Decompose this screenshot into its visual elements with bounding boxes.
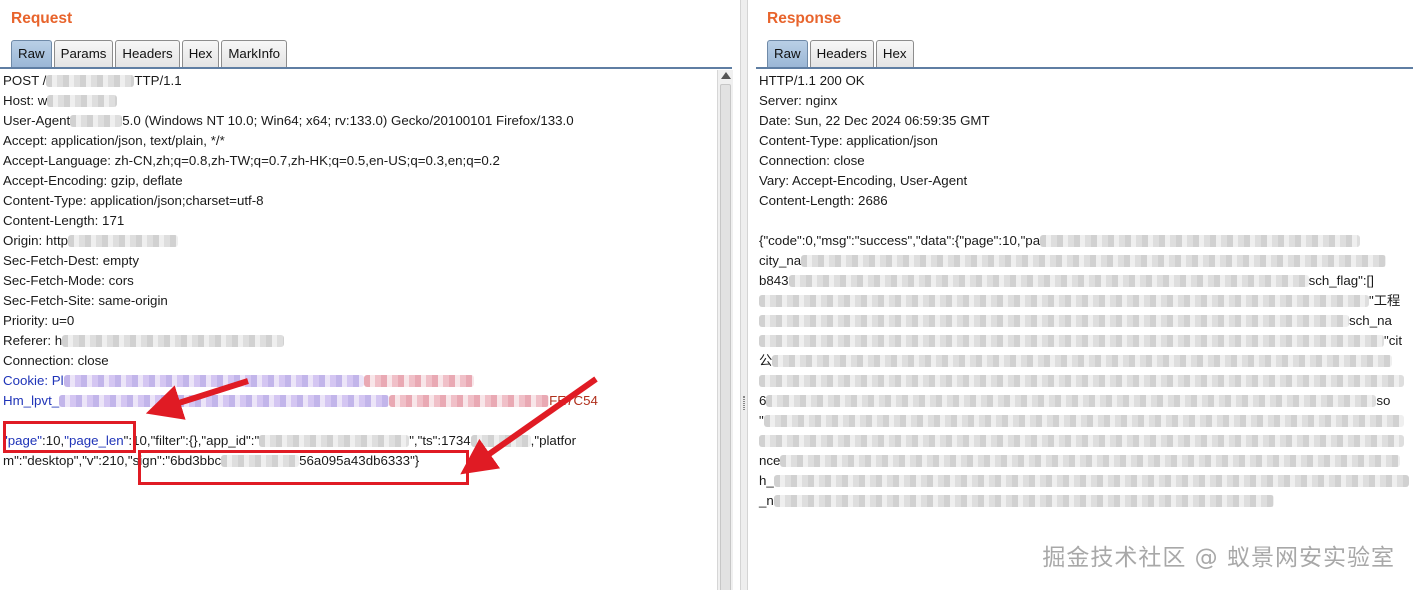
request-cookie-line: Hm_lpvt_ FE7C54 [3,393,598,408]
scroll-up-arrow-icon[interactable] [721,72,731,79]
response-body-line: {"code":0,"msg":"success","data":{"page"… [759,231,1361,251]
request-line: Origin: http [3,231,179,251]
request-line: Accept-Language: zh-CN,zh;q=0.8,zh-TW;q=… [3,153,500,168]
request-tab-divider [0,67,732,69]
response-body-line [759,371,1404,391]
response-pane: Response Raw Headers Hex HTTP/1.1 200 OK… [748,0,1413,590]
response-body-line: 公 [759,351,1393,371]
response-body-line: city_na [759,251,1387,271]
request-line: Priority: u=0 [3,313,75,328]
response-body-line: "cit [759,331,1402,351]
pane-splitter[interactable] [740,0,748,590]
request-line: Sec-Fetch-Mode: cors [3,273,134,288]
request-line: User-Agent 5.0 (Windows NT 10.0; Win64; x… [3,113,574,128]
request-editor[interactable]: POST / TTP/1.1 Host: w User-Agent 5.0 (Win… [0,70,716,590]
request-scrollbar[interactable] [717,70,733,590]
request-pane: Request Raw Params Headers Hex MarkInfo … [0,0,740,590]
response-line: Vary: Accept-Encoding, User-Agent [759,173,968,188]
request-tab-hex[interactable]: Hex [181,40,220,67]
response-line: Connection: close [759,153,865,168]
response-line: Content-Type: application/json [759,133,938,148]
request-line: Accept: application/json, text/plain, */… [3,133,225,148]
request-line: Host: w [3,91,118,111]
request-line: Sec-Fetch-Dest: empty [3,253,139,268]
request-line: Connection: close [3,353,109,368]
response-line: Server: nginx [759,93,838,108]
response-tab-headers[interactable]: Headers [809,40,874,67]
request-tab-markinfo[interactable]: MarkInfo [221,40,288,67]
watermark-text: 掘金技术社区 @ 蚁景网安实验室 [1042,545,1395,571]
response-body-line [759,431,1404,451]
highlight-box-sign [138,450,469,485]
request-line: POST / TTP/1.1 [3,73,182,88]
request-tab-raw[interactable]: Raw [11,40,52,67]
response-line: HTTP/1.1 200 OK [759,73,865,88]
response-tab-raw[interactable]: Raw [767,40,808,67]
response-title: Response [767,10,842,27]
request-tabs: Raw Params Headers Hex MarkInfo [11,40,289,67]
response-body-line: _n [759,491,1274,511]
response-tab-divider [756,67,1413,69]
response-tabs: Raw Headers Hex [767,40,916,67]
response-body-line: b843 sch_flag":[] [759,273,1374,288]
request-tab-headers[interactable]: Headers [115,40,180,67]
scroll-thumb[interactable] [720,84,731,590]
request-title: Request [11,10,73,27]
response-body-line: "工程 [759,291,1400,311]
response-body-line: nce [759,451,1401,471]
highlight-box-page [3,421,136,453]
request-tab-params[interactable]: Params [53,40,114,67]
response-body-line: 6 so [759,393,1391,408]
splitter-grip-icon[interactable] [743,396,745,410]
request-line: Accept-Encoding: gzip, deflate [3,173,183,188]
response-tab-hex[interactable]: Hex [875,40,914,67]
request-line: Referer: h [3,331,285,351]
response-editor[interactable]: HTTP/1.1 200 OK Server: nginx Date: Sun,… [756,70,1413,590]
response-line: Date: Sun, 22 Dec 2024 06:59:35 GMT [759,113,990,128]
response-body-line: sch_na [759,311,1392,331]
request-cookie-line: Cookie: Pl [3,371,474,391]
response-line: Content-Length: 2686 [759,193,888,208]
response-body-line: " [759,411,1404,431]
response-body-line: h_ [759,471,1409,491]
request-line: Content-Type: application/json;charset=u… [3,193,264,208]
request-line: Sec-Fetch-Site: same-origin [3,293,168,308]
request-line: Content-Length: 171 [3,213,125,228]
